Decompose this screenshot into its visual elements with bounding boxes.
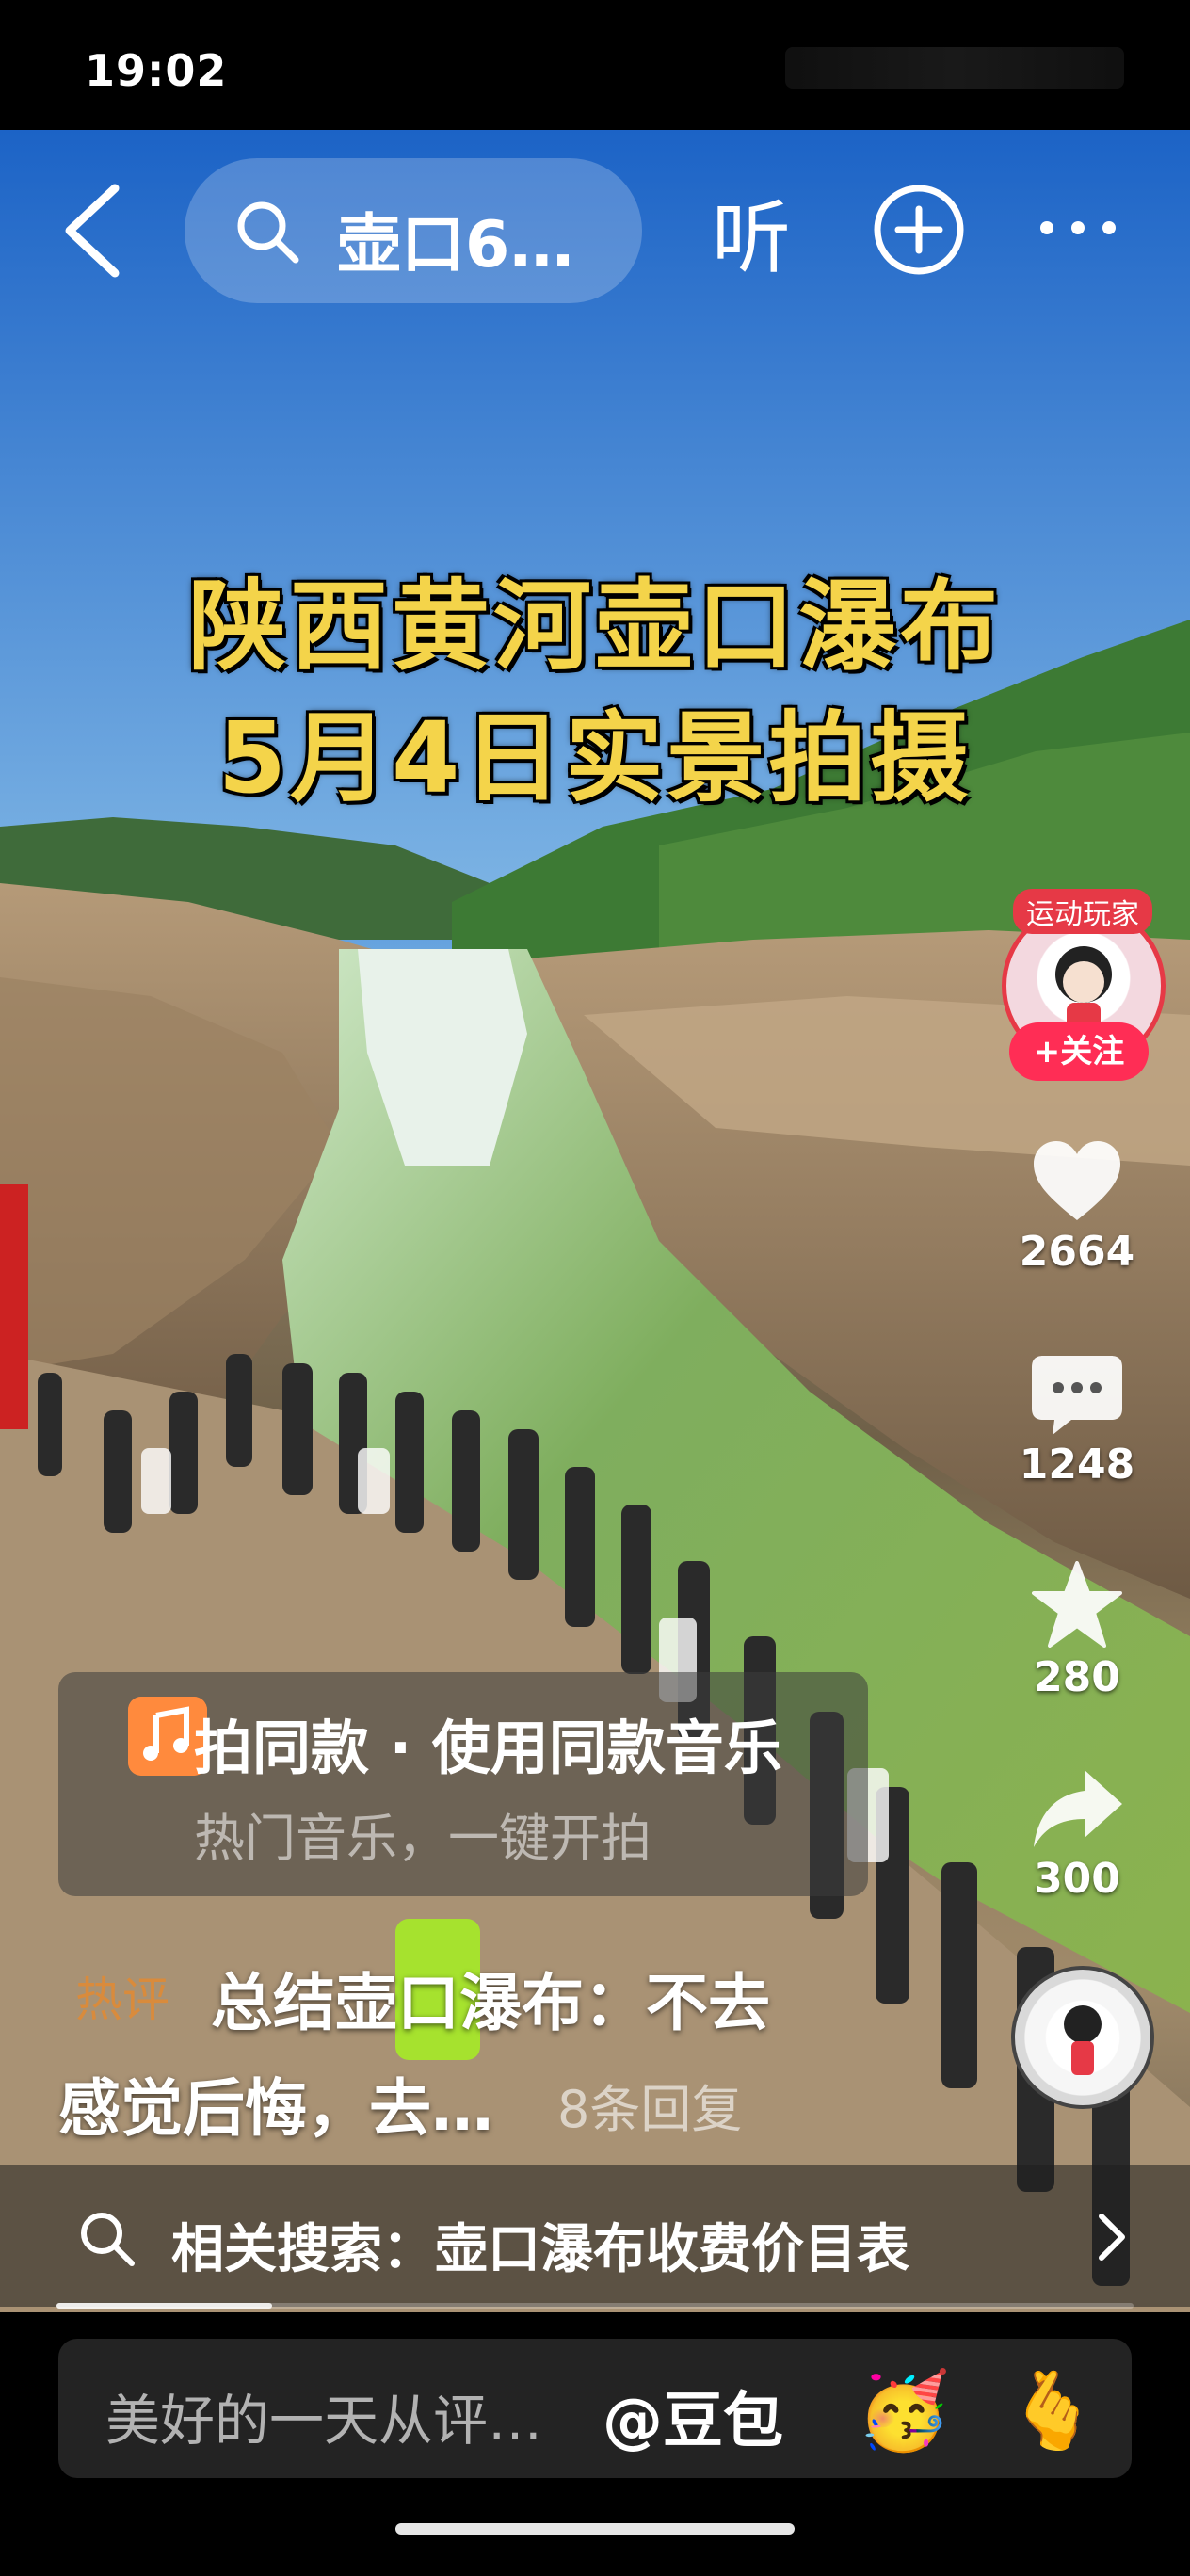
chevron-right-icon	[1099, 2214, 1125, 2261]
listen-button[interactable]: 听	[712, 175, 791, 289]
favorite-count: 280	[1034, 1653, 1120, 1701]
heart-icon	[1034, 1141, 1120, 1220]
music-title[interactable]: 拍同款 · 使用同款音乐	[194, 1700, 782, 1785]
status-time: 19:02	[85, 45, 228, 96]
search-query: 壶口6…	[337, 208, 574, 282]
video-progress-fill	[56, 2303, 272, 2309]
favorite-action[interactable]: 280	[992, 1559, 1162, 1701]
share-count: 300	[1034, 1855, 1120, 1903]
search-box[interactable]: 壶口6…	[185, 158, 642, 303]
emoji-button[interactable]: 🥳	[857, 2367, 951, 2455]
creator-tag: 运动玩家	[1013, 889, 1152, 934]
hot-comment-tag: 热评	[75, 1972, 169, 2027]
search-icon	[237, 201, 299, 264]
hot-comment-replies[interactable]: 8条回复	[557, 2068, 742, 2142]
music-disc[interactable]	[1011, 1966, 1154, 2109]
video-title-line1: 陕西黄河壶口瀑布	[187, 569, 1002, 684]
share-icon	[1034, 1770, 1122, 1847]
music-note-icon	[1064, 2005, 1102, 2075]
comment-placeholder[interactable]: 美好的一天从评…	[105, 2376, 542, 2455]
back-icon[interactable]	[56, 179, 132, 282]
more-icon[interactable]	[1036, 209, 1120, 247]
mention-button[interactable]: @豆包	[603, 2373, 783, 2459]
comment-icon	[1032, 1356, 1122, 1435]
music-subtitle: 热门音乐，一键开拍	[194, 1809, 651, 1868]
related-search-text: 相关搜索：壶口瀑布收费价目表	[171, 2219, 909, 2280]
comment-action[interactable]: 1248	[992, 1352, 1162, 1489]
video-title-line2: 5月4日实景拍摄	[217, 700, 973, 815]
hot-comment-text-cont[interactable]: 感觉后悔，去…	[58, 2058, 493, 2149]
share-action[interactable]: 300	[992, 1766, 1162, 1903]
search-icon	[81, 2213, 135, 2266]
gesture-button[interactable]: 🫰	[1005, 2367, 1100, 2455]
plus-circle-icon[interactable]	[872, 183, 966, 277]
star-icon	[1032, 1561, 1122, 1648]
status-bar: 19:02	[0, 0, 1190, 130]
comment-count: 1248	[1019, 1441, 1135, 1489]
hot-comment-text[interactable]: 总结壶口瀑布：不去	[211, 1953, 770, 2043]
like-action[interactable]: 2664	[992, 1139, 1162, 1276]
follow-button[interactable]: +关注	[1009, 1022, 1149, 1081]
related-search-bar[interactable]: 相关搜索：壶口瀑布收费价目表	[0, 2165, 1190, 2307]
status-icons	[785, 47, 1124, 89]
comment-input[interactable]: 美好的一天从评… @豆包 🥳 🫰	[58, 2339, 1132, 2478]
home-indicator[interactable]	[395, 2523, 795, 2535]
like-count: 2664	[1019, 1228, 1135, 1276]
